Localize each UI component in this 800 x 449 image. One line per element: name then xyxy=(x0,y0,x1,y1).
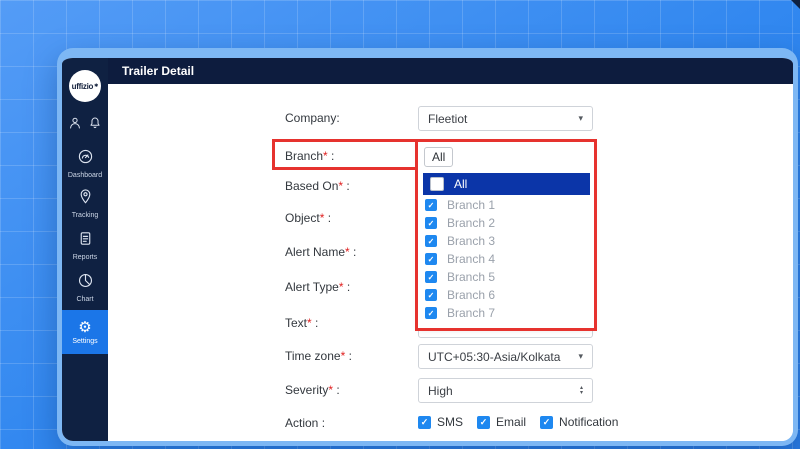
chevron-down-icon: ▾ xyxy=(578,113,583,124)
chevron-down-icon: ▾ xyxy=(578,351,583,362)
based-on-label: Based On* : xyxy=(285,178,350,194)
sms-checkbox[interactable]: ✓ xyxy=(418,416,431,429)
sidebar-item-label: Settings xyxy=(72,338,97,345)
all-checkbox[interactable] xyxy=(430,177,444,191)
uffizio-logo: uffizio ✱ xyxy=(69,70,101,102)
sidebar-item-label: Reports xyxy=(73,254,98,261)
branch-checkbox[interactable]: ✓ xyxy=(425,217,437,229)
branch-checkbox[interactable]: ✓ xyxy=(425,235,437,247)
action-notification: ✓ Notification xyxy=(540,415,618,429)
action-label: Action : xyxy=(285,415,325,431)
sidebar-top-icons xyxy=(62,115,108,131)
company-select[interactable]: Fleetiot ▾ xyxy=(418,106,593,131)
branch-label: Branch* : xyxy=(285,148,334,164)
email-checkbox[interactable]: ✓ xyxy=(477,416,490,429)
branch-checkbox[interactable]: ✓ xyxy=(425,199,437,211)
sidebar-item-label: Tracking xyxy=(72,212,99,219)
alert-type-label: Alert Type* : xyxy=(285,279,350,295)
sidebar-item-reports[interactable]: Reports xyxy=(62,230,108,261)
up-down-stepper-icon: ▴▾ xyxy=(580,386,583,396)
branch-checkbox[interactable]: ✓ xyxy=(425,307,437,319)
sidebar-item-dashboard[interactable]: Dashboard xyxy=(62,148,108,179)
sidebar-item-label: Chart xyxy=(76,296,93,303)
time-zone-select[interactable]: UTC+05:30-Asia/Kolkata ▾ xyxy=(418,344,593,369)
bell-icon[interactable] xyxy=(88,115,102,131)
alert-name-label: Alert Name* : xyxy=(285,244,356,260)
sidebar-item-settings[interactable]: ⚙ Settings xyxy=(62,310,108,354)
gauge-icon xyxy=(77,148,94,170)
branch-option[interactable]: ✓ Branch 4 xyxy=(418,250,594,268)
branch-option[interactable]: ✓ Branch 6 xyxy=(418,286,594,304)
branch-option-all[interactable]: All xyxy=(423,173,590,195)
severity-label: Severity* : xyxy=(285,382,340,398)
pie-chart-icon xyxy=(77,272,94,294)
form-panel: Company: Fleetiot ▾ Branch* : Based On* … xyxy=(108,84,793,441)
sidebar-item-tracking[interactable]: Tracking xyxy=(62,188,108,219)
branch-option[interactable]: ✓ Branch 2 xyxy=(418,214,594,232)
branch-option[interactable]: ✓ Branch 3 xyxy=(418,232,594,250)
logo-text: uffizio xyxy=(72,82,93,91)
branch-checkbox[interactable]: ✓ xyxy=(425,271,437,283)
notification-checkbox[interactable]: ✓ xyxy=(540,416,553,429)
background-corner-wedge xyxy=(791,0,800,9)
company-label: Company: xyxy=(285,110,340,126)
object-label: Object* : xyxy=(285,210,331,226)
branch-checkbox[interactable]: ✓ xyxy=(425,289,437,301)
branch-option[interactable]: ✓ Branch 1 xyxy=(418,196,594,214)
app-window: uffizio ✱ xyxy=(57,48,798,446)
logo-mark-icon: ✱ xyxy=(94,83,98,89)
branch-dropdown-panel: All All ✓ Branch 1 ✓ Branch 2 ✓ Branch 3 xyxy=(418,142,594,328)
text-label: Text* : xyxy=(285,315,318,331)
branch-option[interactable]: ✓ Branch 7 xyxy=(418,304,594,322)
gear-icon: ⚙ xyxy=(78,320,91,336)
sidebar-item-label: Dashboard xyxy=(68,172,102,179)
page-title: Trailer Detail xyxy=(122,64,194,78)
sidebar: uffizio ✱ xyxy=(62,58,108,441)
severity-select[interactable]: High ▴▾ xyxy=(418,378,593,403)
action-checkbox-group: ✓ SMS ✓ Email ✓ Notification xyxy=(418,415,618,429)
map-pin-icon xyxy=(77,188,94,210)
time-zone-label: Time zone* : xyxy=(285,348,352,364)
sidebar-item-chart[interactable]: Chart xyxy=(62,272,108,303)
branch-selected-chip[interactable]: All xyxy=(424,147,453,167)
branch-option[interactable]: ✓ Branch 5 xyxy=(418,268,594,286)
branch-checkbox[interactable]: ✓ xyxy=(425,253,437,265)
action-email: ✓ Email xyxy=(477,415,526,429)
document-icon xyxy=(77,230,94,252)
user-icon[interactable] xyxy=(68,115,82,131)
desktop-background: uffizio ✱ xyxy=(0,0,800,449)
titlebar: Trailer Detail xyxy=(108,58,793,84)
action-sms: ✓ SMS xyxy=(418,415,463,429)
